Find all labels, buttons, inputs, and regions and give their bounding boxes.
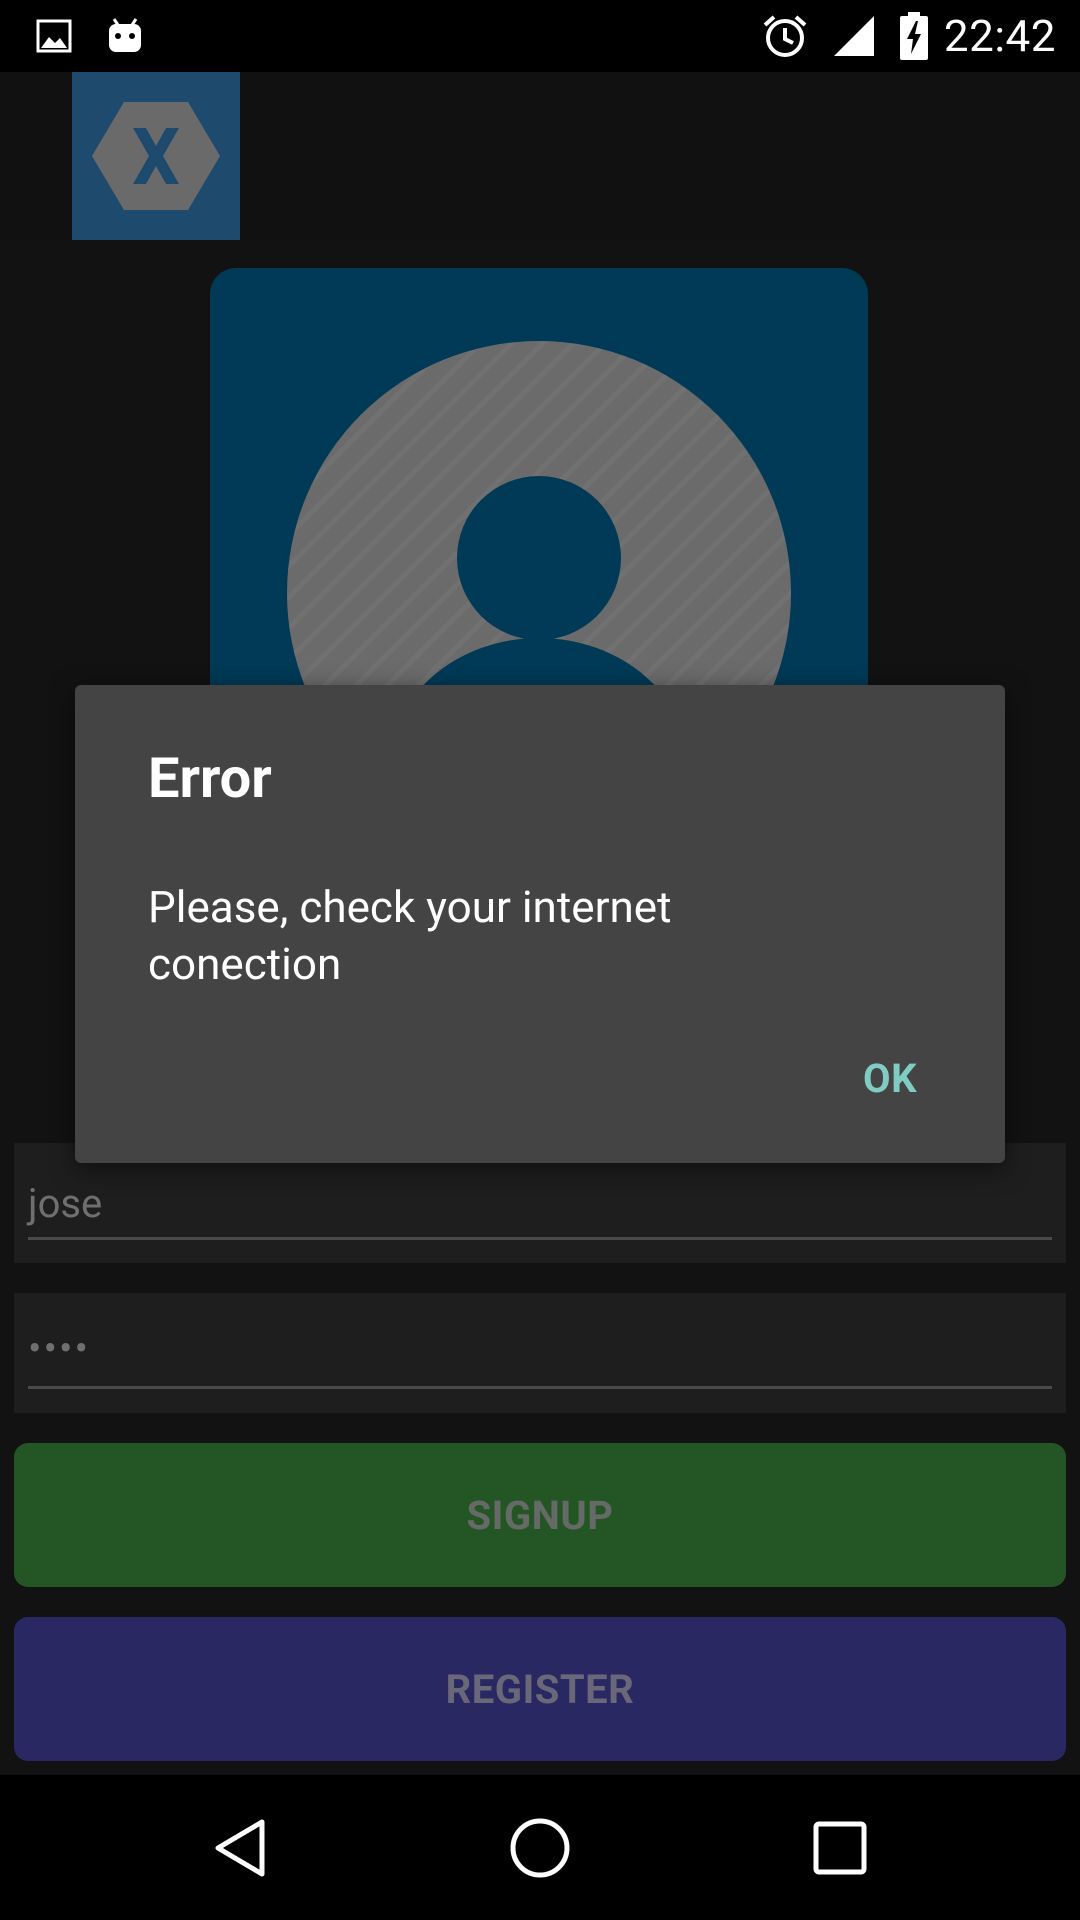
battery-charging-icon xyxy=(900,0,928,72)
error-dialog: Error Please, check your internet conect… xyxy=(75,685,1005,1163)
signal-icon xyxy=(832,0,876,72)
home-icon[interactable] xyxy=(460,1775,620,1920)
signup-button[interactable]: SIGNUP xyxy=(14,1443,1066,1587)
ok-button[interactable]: OK xyxy=(863,1055,917,1102)
back-icon[interactable] xyxy=(160,1775,320,1920)
user-avatar-icon xyxy=(287,341,791,708)
password-value: •••• xyxy=(28,1325,90,1372)
status-bar: 22:42 xyxy=(0,0,1080,72)
navigation-bar xyxy=(0,1775,1080,1920)
password-field[interactable]: •••• xyxy=(14,1293,1066,1413)
profile-picture-card xyxy=(210,268,868,708)
password-underline xyxy=(28,1386,1052,1389)
xamarin-logo-icon xyxy=(72,72,240,240)
alarm-icon xyxy=(762,0,808,72)
status-time: 22:42 xyxy=(943,10,1056,62)
register-button[interactable]: REGISTER xyxy=(14,1617,1066,1761)
recents-icon[interactable] xyxy=(760,1775,920,1920)
gallery-icon xyxy=(36,0,72,72)
android-icon xyxy=(106,0,144,72)
dialog-message: Please, check your internet conection xyxy=(148,881,672,990)
username-value: jose xyxy=(28,1180,103,1227)
dialog-title: Error xyxy=(148,745,272,811)
username-underline xyxy=(28,1237,1052,1240)
